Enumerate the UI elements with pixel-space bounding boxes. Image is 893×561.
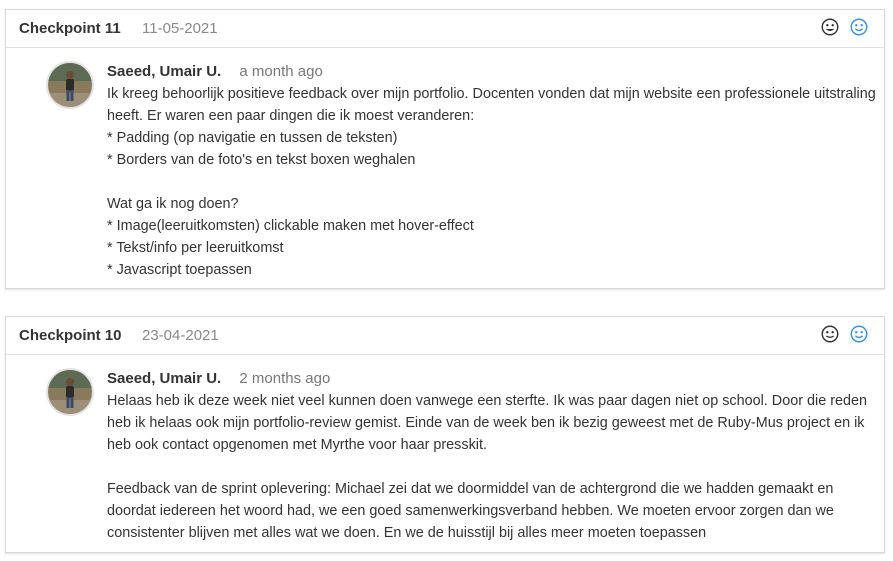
checkpoint-header: Checkpoint 11 11-05-2021 [6, 10, 884, 48]
comment-author[interactable]: Saeed, Umair U. [107, 63, 221, 80]
comment-time-ago: 2 months ago [239, 370, 331, 387]
checkpoint-header: Checkpoint 10 23-04-2021 [6, 317, 884, 355]
checkpoint-date: 11-05-2021 [142, 20, 218, 37]
comment-text: Ik kreeg behoorlijk positieve feedback o… [107, 86, 876, 278]
checkpoint-card: Checkpoint 10 23-04-2021 Saeed, Umair U.… [5, 316, 885, 553]
neutral-face-icon[interactable] [821, 325, 839, 343]
smiley-face-icon[interactable] [850, 325, 868, 343]
comment-time-ago: a month ago [239, 63, 323, 80]
avatar-photo-icon [48, 370, 92, 414]
comment: Saeed, Umair U. 2 months ago Helaas heb … [107, 368, 877, 544]
comment: Saeed, Umair U. a month ago Ik kreeg beh… [107, 61, 877, 281]
comment-author[interactable]: Saeed, Umair U. [107, 370, 221, 387]
avatar-photo-icon [48, 63, 92, 107]
checkpoint-date: 23-04-2021 [142, 327, 219, 344]
comment-meta: Saeed, Umair U. a month ago [107, 61, 877, 83]
checkpoint-title: Checkpoint 10 [19, 327, 122, 344]
comment-text: Helaas heb ik deze week niet veel kunnen… [107, 393, 867, 541]
avatar [46, 368, 94, 416]
avatar [46, 61, 94, 109]
neutral-face-icon[interactable] [821, 18, 839, 36]
checkpoint-title: Checkpoint 11 [19, 20, 121, 37]
smiley-face-icon[interactable] [850, 18, 868, 36]
checkpoint-card: Checkpoint 11 11-05-2021 Saeed, Umair U.… [5, 9, 885, 289]
comment-meta: Saeed, Umair U. 2 months ago [107, 368, 877, 390]
